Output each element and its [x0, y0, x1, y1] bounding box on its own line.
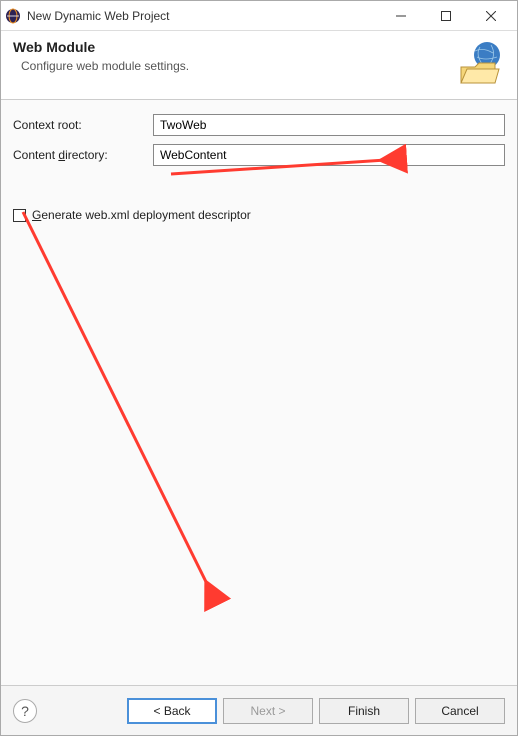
page-subtitle: Configure web module settings.: [21, 59, 447, 73]
help-button[interactable]: ?: [13, 699, 37, 723]
window-title: New Dynamic Web Project: [27, 9, 378, 23]
content-directory-label: Content directory:: [13, 148, 153, 162]
annotation-arrow-2: [5, 200, 235, 620]
context-root-input[interactable]: [153, 114, 505, 136]
help-icon: ?: [21, 703, 29, 719]
dialog-window: New Dynamic Web Project Web Module Confi…: [0, 0, 518, 736]
minimize-button[interactable]: [378, 2, 423, 30]
page-title: Web Module: [13, 39, 447, 55]
next-button: Next >: [223, 698, 313, 724]
titlebar: New Dynamic Web Project: [1, 1, 517, 31]
content-area: Context root: Content directory: Generat…: [1, 100, 517, 685]
context-root-label: Context root:: [13, 118, 153, 132]
generate-webxml-checkbox[interactable]: [13, 209, 26, 222]
content-directory-row: Content directory:: [13, 144, 505, 166]
back-button[interactable]: < Back: [127, 698, 217, 724]
wizard-banner-icon: [455, 39, 505, 89]
maximize-button[interactable]: [423, 2, 468, 30]
context-root-row: Context root:: [13, 114, 505, 136]
generate-webxml-label[interactable]: Generate web.xml deployment descriptor: [32, 208, 251, 222]
wizard-header: Web Module Configure web module settings…: [1, 31, 517, 100]
close-button[interactable]: [468, 2, 513, 30]
button-bar: ? < Back Next > Finish Cancel: [1, 685, 517, 735]
eclipse-icon: [5, 8, 21, 24]
cancel-button[interactable]: Cancel: [415, 698, 505, 724]
wizard-header-text: Web Module Configure web module settings…: [13, 39, 447, 73]
window-controls: [378, 2, 513, 30]
content-directory-input[interactable]: [153, 144, 505, 166]
finish-button[interactable]: Finish: [319, 698, 409, 724]
generate-webxml-row[interactable]: Generate web.xml deployment descriptor: [13, 208, 505, 222]
